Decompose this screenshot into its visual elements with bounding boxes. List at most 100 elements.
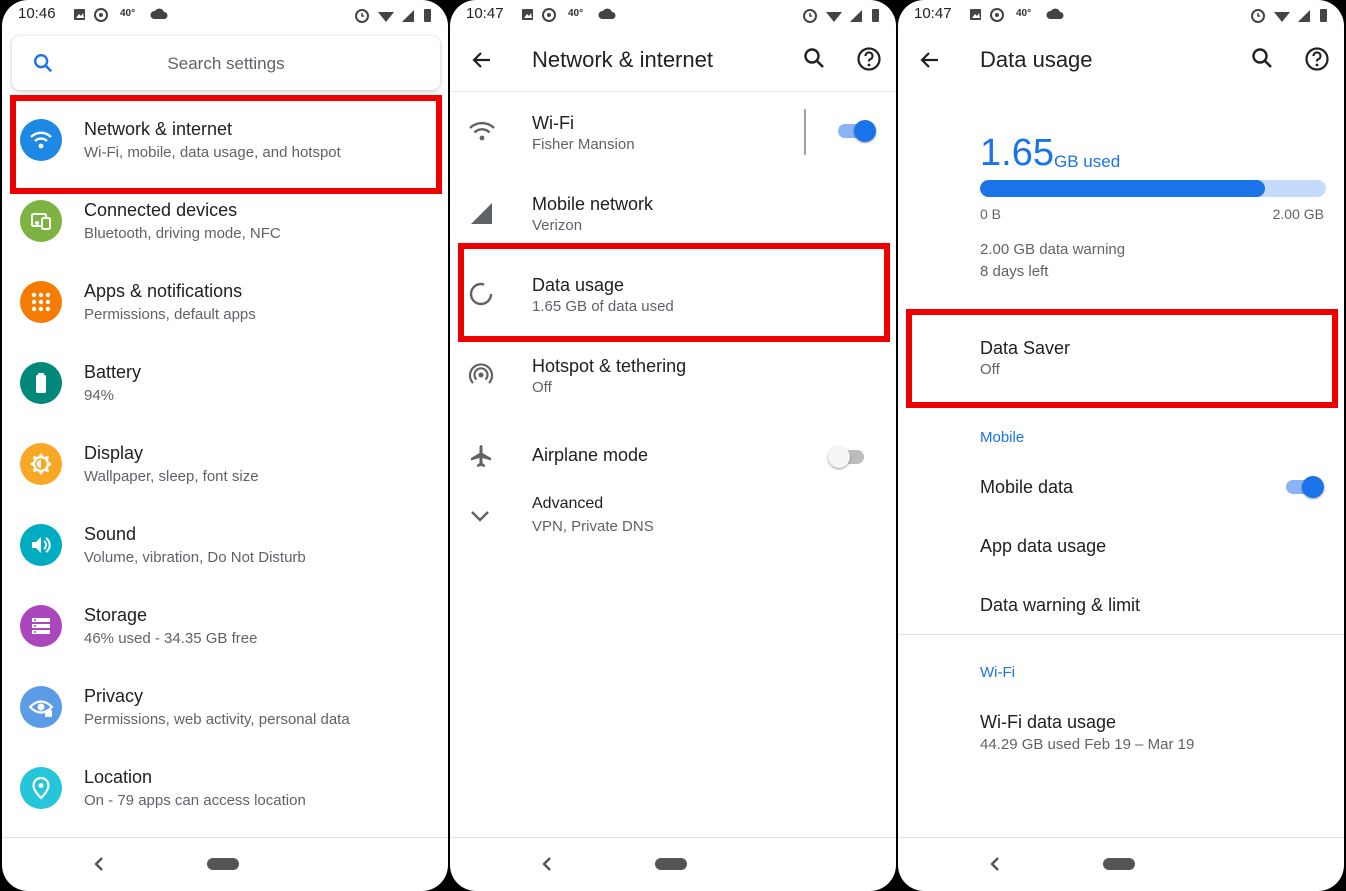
back-arrow-icon[interactable] xyxy=(918,48,942,77)
wifi-data-usage-subtitle: 44.29 GB used Feb 19 – Mar 19 xyxy=(980,736,1195,753)
devices-icon xyxy=(20,200,62,242)
temperature: 40° xyxy=(120,8,136,19)
status-bar: 10:47 40° xyxy=(898,0,1344,30)
network-internet-screen: 10:47 40° Network & internet Wi-Fi Fishe… xyxy=(450,0,896,891)
settings-item-display[interactable]: Display Wallpaper, sleep, font size xyxy=(2,423,448,503)
status-time: 10:46 xyxy=(18,5,56,22)
back-arrow-icon[interactable] xyxy=(470,48,494,77)
row-title: Advanced xyxy=(532,495,604,512)
wifi-toggle[interactable] xyxy=(836,118,876,144)
search-icon[interactable] xyxy=(802,46,826,75)
temperature: 40° xyxy=(1016,8,1032,19)
settings-item-subtitle: On - 79 apps can access location xyxy=(84,792,306,809)
row-title: Mobile network xyxy=(532,194,654,214)
settings-item-title: Storage xyxy=(84,605,148,625)
status-time: 10:47 xyxy=(914,5,952,22)
mobile-data-toggle[interactable] xyxy=(1284,474,1324,500)
app-data-usage-label: App data usage xyxy=(980,536,1107,556)
settings-item-subtitle: Bluetooth, driving mode, NFC xyxy=(84,225,281,242)
mobile-section-header: Mobile xyxy=(980,429,1025,446)
status-bar: 10:47 40° xyxy=(450,0,896,30)
mobile-data-label: Mobile data xyxy=(980,477,1074,497)
system-icons xyxy=(802,6,882,29)
vertical-divider xyxy=(804,109,806,155)
settings-item-storage[interactable]: Storage 46% used - 34.35 GB free xyxy=(2,585,448,665)
hotspot-row[interactable]: Hotspot & tethering Off xyxy=(450,336,896,416)
airplane-icon xyxy=(468,443,494,474)
nav-back-icon[interactable] xyxy=(540,856,554,877)
row-title: Wi-Fi xyxy=(532,113,574,133)
row-subtitle: Fisher Mansion xyxy=(532,136,635,153)
settings-item-title: Sound xyxy=(84,524,137,544)
wifi-row[interactable]: Wi-Fi Fisher Mansion xyxy=(450,93,896,173)
days-left-text: 8 days left xyxy=(980,263,1049,280)
usage-value: 1.65 xyxy=(980,132,1054,174)
settings-item-subtitle: Permissions, web activity, personal data xyxy=(84,711,350,728)
status-time: 10:47 xyxy=(466,5,504,22)
usage-unit: GB used xyxy=(1054,152,1121,171)
settings-item-apps[interactable]: Apps & notifications Permissions, defaul… xyxy=(2,261,448,341)
page-title: Data usage xyxy=(980,47,1093,72)
navigation-bar xyxy=(2,837,448,891)
settings-item-title: Battery xyxy=(84,362,142,382)
app-bar: Data usage xyxy=(898,30,1344,92)
wifi-icon xyxy=(468,119,496,148)
advanced-row[interactable]: Advanced VPN, Private DNS xyxy=(450,478,896,558)
wifi-data-usage-label: Wi-Fi data usage xyxy=(980,712,1117,732)
privacy-eye-icon xyxy=(20,686,62,728)
app-bar: Network & internet xyxy=(450,30,896,92)
bar-min-label: 0 B xyxy=(980,206,1002,222)
nav-home-pill[interactable] xyxy=(207,858,239,870)
mobile-data-row[interactable]: Mobile data xyxy=(898,458,1344,516)
nav-back-icon[interactable] xyxy=(92,856,106,877)
storage-icon xyxy=(20,605,62,647)
system-icons xyxy=(354,6,434,29)
app-data-usage-row[interactable]: App data usage xyxy=(898,517,1344,575)
wifi-section-header: Wi-Fi xyxy=(980,664,1015,681)
volume-icon xyxy=(20,524,62,566)
data-warning-limit-row[interactable]: Data warning & limit xyxy=(898,576,1344,634)
settings-item-title: Display xyxy=(84,443,144,463)
data-warning-limit-label: Data warning & limit xyxy=(980,595,1141,615)
bar-max-label: 2.00 GB xyxy=(1272,206,1324,222)
navigation-bar xyxy=(898,837,1344,891)
temperature: 40° xyxy=(568,8,584,19)
page-title: Network & internet xyxy=(532,47,713,72)
settings-item-battery[interactable]: Battery 94% xyxy=(2,342,448,422)
wifi-data-usage-row[interactable]: Wi-Fi data usage 44.29 GB used Feb 19 – … xyxy=(898,694,1344,774)
highlight-box xyxy=(906,309,1338,408)
usage-progress-fill xyxy=(980,180,1266,197)
search-placeholder: Search settings xyxy=(167,54,285,73)
settings-item-subtitle: Volume, vibration, Do Not Disturb xyxy=(84,549,306,566)
row-title: Hotspot & tethering xyxy=(532,356,687,376)
settings-item-subtitle: Permissions, default apps xyxy=(84,306,256,323)
help-icon[interactable] xyxy=(1304,46,1330,77)
system-icons xyxy=(1250,6,1330,29)
settings-item-privacy[interactable]: Privacy Permissions, web activity, perso… xyxy=(2,666,448,746)
search-settings-bar[interactable]: Search settings xyxy=(12,36,440,90)
nav-home-pill[interactable] xyxy=(1103,858,1135,870)
brightness-icon xyxy=(20,443,62,485)
help-icon[interactable] xyxy=(856,46,882,77)
settings-item-subtitle: 94% xyxy=(84,387,115,404)
highlight-box xyxy=(10,95,442,194)
battery-icon xyxy=(20,362,62,404)
row-subtitle: Verizon xyxy=(532,217,583,234)
mobile-network-row[interactable]: Mobile network Verizon xyxy=(450,174,896,254)
highlight-box xyxy=(458,243,890,342)
search-icon[interactable] xyxy=(1250,46,1274,75)
settings-item-title: Location xyxy=(84,767,153,787)
settings-item-subtitle: 46% used - 34.35 GB free xyxy=(84,630,258,647)
row-subtitle: VPN, Private DNS xyxy=(532,518,654,535)
hotspot-icon xyxy=(468,362,494,393)
nav-home-pill[interactable] xyxy=(655,858,687,870)
data-usage-screen: 10:47 40° Data usage 1.65 GB used 0 B 2.… xyxy=(898,0,1344,891)
navigation-bar xyxy=(450,837,896,891)
nav-back-icon[interactable] xyxy=(988,856,1002,877)
section-divider xyxy=(898,634,1344,635)
settings-item-sound[interactable]: Sound Volume, vibration, Do Not Disturb xyxy=(2,504,448,584)
airplane-mode-toggle[interactable] xyxy=(828,444,868,470)
settings-screen: 10:46 40° Search settings Network & inte… xyxy=(2,0,448,891)
row-subtitle: Off xyxy=(532,379,552,396)
settings-item-location[interactable]: Location On - 79 apps can access locatio… xyxy=(2,747,448,827)
